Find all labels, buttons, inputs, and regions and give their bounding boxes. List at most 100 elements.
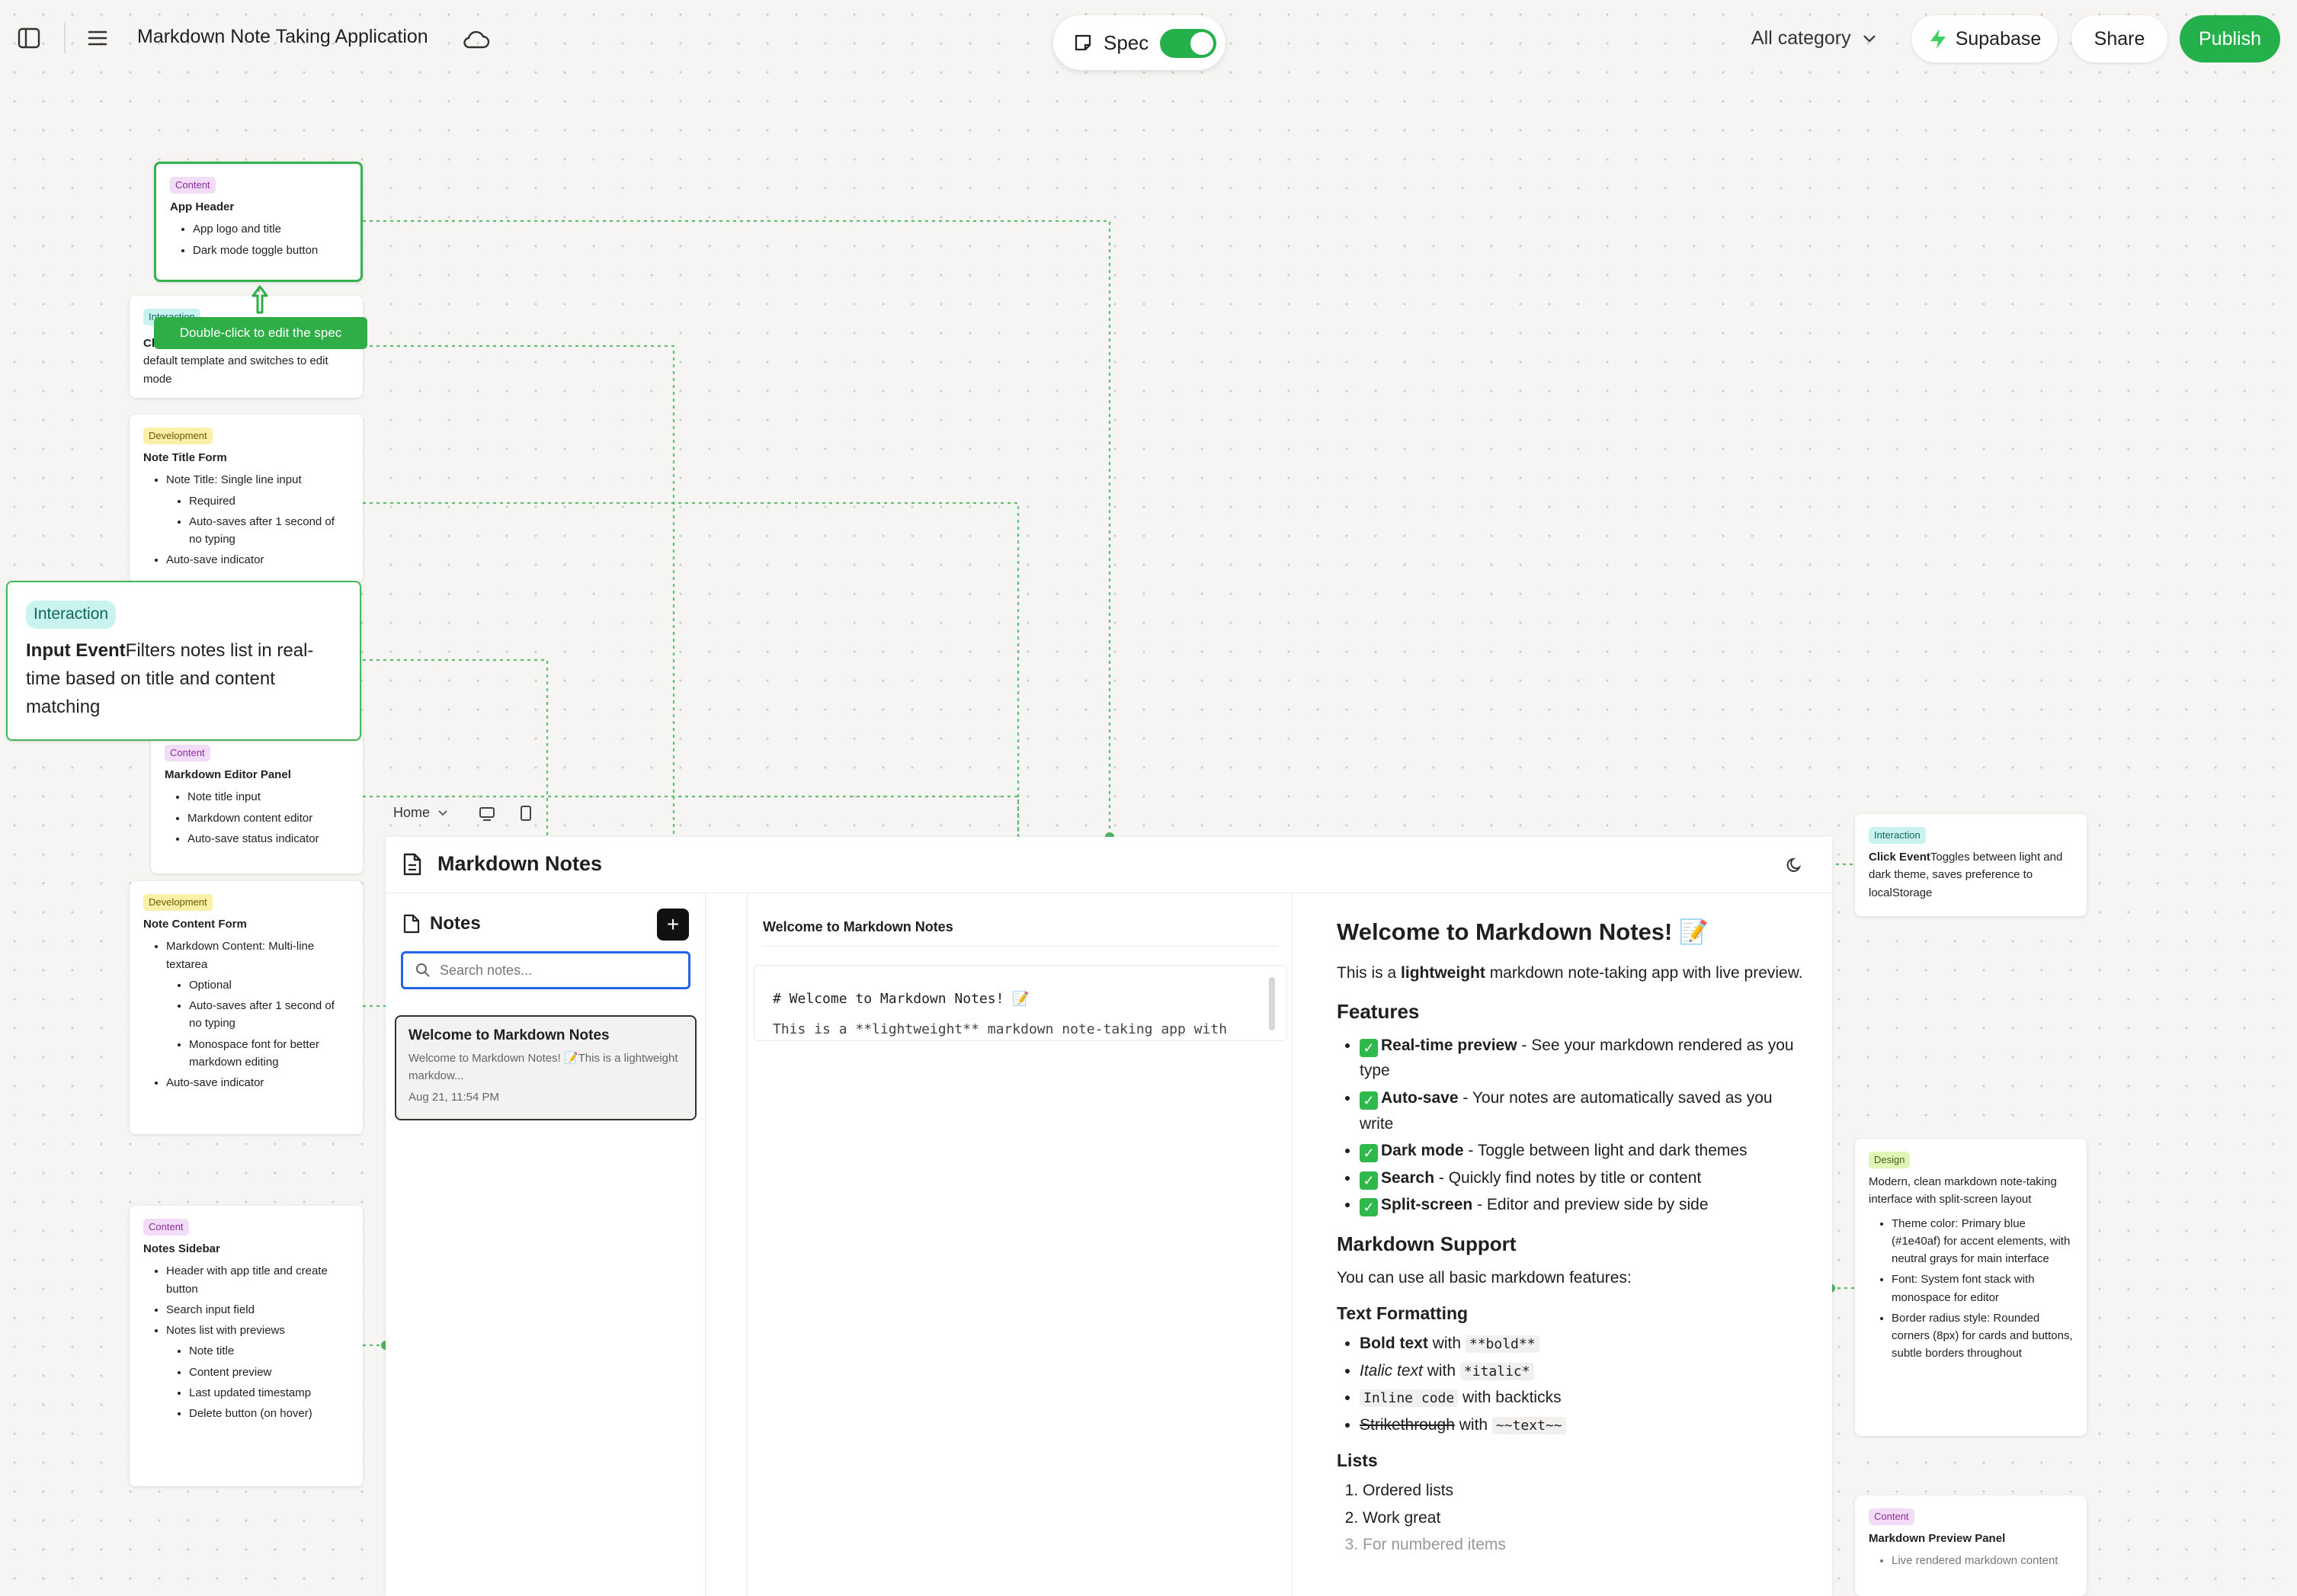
editor-panel: Welcome to Markdown Notes # Welcome to M… <box>747 893 1293 1596</box>
chevron-down-icon <box>1863 34 1876 43</box>
card-text: Modern, clean markdown note-taking inter… <box>1869 1175 2057 1207</box>
project-title[interactable]: Markdown Note Taking Application <box>137 26 428 48</box>
spec-card-editor-panel[interactable]: Content Markdown Editor Panel Note title… <box>151 732 363 873</box>
card-subitem: Required <box>189 492 349 510</box>
note-list-item[interactable]: Welcome to Markdown Notes Welcome to Mar… <box>395 1015 697 1120</box>
list-item: Bold text with **bold** <box>1360 1331 1808 1357</box>
spec-card-design[interactable]: Design Modern, clean markdown note-takin… <box>1855 1139 2087 1436</box>
editor-line: # Welcome to Markdown Notes! 📝 <box>773 991 1030 1007</box>
monitor-icon[interactable] <box>479 806 495 822</box>
category-dropdown[interactable]: All category <box>1751 27 1877 50</box>
create-note-button[interactable]: + <box>657 909 689 941</box>
tag-content: Content <box>170 177 216 194</box>
search-icon <box>416 963 430 977</box>
card-title: Notes Sidebar <box>143 1242 220 1256</box>
search-placeholder: Search notes... <box>440 962 533 978</box>
chevron-down-icon <box>438 809 447 816</box>
card-title: Markdown Editor Panel <box>165 768 291 782</box>
preview-heading: Welcome to Markdown Notes! 📝 <box>1337 918 1709 945</box>
card-title: Markdown Preview Panel <box>1869 1532 2006 1546</box>
note-timestamp: Aug 21, 11:54 PM <box>408 1091 499 1104</box>
document-icon <box>403 853 421 876</box>
cloud-icon[interactable] <box>460 24 492 55</box>
top-bar: Markdown Note Taking Application Spec Al… <box>0 0 2297 79</box>
spec-card-input-event[interactable]: Interaction Input EventFilters notes lis… <box>6 581 361 741</box>
note-title-input[interactable]: Welcome to Markdown Notes <box>763 912 1278 947</box>
check-icon: ✓ <box>1360 1144 1378 1163</box>
spec-card-note-content-form[interactable]: Development Note Content Form Markdown C… <box>130 881 363 1134</box>
share-button[interactable]: Share <box>2071 15 2167 62</box>
spec-card-preview-panel[interactable]: Content Markdown Preview Panel Live rend… <box>1855 1495 2087 1596</box>
divider <box>64 23 66 53</box>
cursor-icon <box>251 285 268 314</box>
card-subitem: Auto-saves after 1 second of no typing <box>189 997 349 1033</box>
card-item: Notes list with previews <box>166 1322 349 1339</box>
card-subitem: Monospace font for better markdown editi… <box>189 1036 349 1072</box>
spec-label: Spec <box>1104 30 1149 54</box>
publish-button[interactable]: Publish <box>2180 15 2280 62</box>
spec-toggle-switch[interactable] <box>1160 29 1216 58</box>
tag-interaction: Interaction <box>1869 827 1926 844</box>
list-item: Inline code with backticks <box>1360 1385 1808 1411</box>
card-subitem: Optional <box>189 976 349 994</box>
page-label: Home <box>393 805 431 820</box>
list-item: ✓Auto-save - Your notes are automaticall… <box>1360 1085 1808 1136</box>
notes-sidebar: Notes + Search notes... Welcome to Markd… <box>386 893 706 1596</box>
moon-icon[interactable] <box>1786 857 1803 873</box>
card-item: Border radius style: Rounded corners (8p… <box>1892 1309 2073 1363</box>
hamburger-icon[interactable] <box>82 23 113 53</box>
card-subitem: Delete button (on hover) <box>189 1405 349 1422</box>
check-icon: ✓ <box>1360 1091 1378 1110</box>
search-input[interactable]: Search notes... <box>401 951 690 989</box>
publish-label: Publish <box>2199 27 2261 50</box>
spec-card-app-header[interactable]: Content App Header App logo and title Dar… <box>154 162 363 282</box>
card-item: Live rendered markdown content <box>1892 1552 2073 1569</box>
tag-content: Content <box>1869 1508 1914 1526</box>
note-preview: Welcome to Markdown Notes! 📝This is a li… <box>408 1052 678 1082</box>
tag-content: Content <box>143 1219 189 1236</box>
card-item: Font: System font stack with monospace f… <box>1892 1271 2073 1306</box>
spec-card-dark-toggle[interactable]: Interaction Click EventToggles between l… <box>1855 814 2087 916</box>
card-title: App Header <box>170 200 235 214</box>
preview-heading: Lists <box>1337 1450 1378 1471</box>
formatting-list: Bold text with **bold** Italic text with… <box>1337 1331 1808 1437</box>
preview-heading: Markdown Support <box>1337 1232 1517 1255</box>
list-item: Work great <box>1363 1505 1808 1531</box>
markdown-editor[interactable]: # Welcome to Markdown Notes! 📝 This is a… <box>754 965 1287 1041</box>
card-item: Header with app title and create button <box>166 1262 349 1298</box>
supabase-bolt-icon <box>1930 29 1946 49</box>
card-item: Theme color: Primary blue (#1e40af) for … <box>1892 1215 2073 1268</box>
feature-list: ✓Real-time preview - See your markdown r… <box>1337 1033 1808 1218</box>
app-preview: Markdown Notes Notes + Search notes... W… <box>386 837 1832 1596</box>
list-item: ✓Real-time preview - See your markdown r… <box>1360 1033 1808 1084</box>
tag-design: Design <box>1869 1152 1911 1169</box>
page-selector[interactable]: Home <box>393 805 448 821</box>
editor-scrollbar[interactable] <box>1269 977 1275 1030</box>
spec-card-notes-sidebar[interactable]: Content Notes Sidebar Header with app ti… <box>130 1206 363 1486</box>
note-icon <box>1075 34 1091 51</box>
card-subitem: Content preview <box>189 1364 349 1381</box>
card-subitem: Auto-saves after 1 second of no typing <box>189 513 349 549</box>
list-item: ✓Split-screen - Editor and preview side … <box>1360 1192 1808 1218</box>
spec-card-note-title-form[interactable]: Development Note Title Form Note Title: … <box>130 415 363 582</box>
app-header: Markdown Notes <box>386 837 1832 893</box>
tag-development: Development <box>143 428 213 445</box>
phone-icon[interactable] <box>520 805 532 822</box>
card-event-name: Input Event <box>26 639 126 661</box>
supabase-button[interactable]: Supabase <box>1911 15 2058 62</box>
list-item: Italic text with *italic* <box>1360 1358 1808 1384</box>
preview-paragraph: This is a lightweight markdown note-taki… <box>1337 963 1803 982</box>
spec-toggle-pill[interactable]: Spec <box>1053 15 1225 70</box>
card-text: default template and switches to edit mo… <box>143 354 328 386</box>
card-subitem: Last updated timestamp <box>189 1384 349 1402</box>
list-item: ✓Dark mode - Toggle between light and da… <box>1360 1138 1808 1164</box>
card-event-name: Click Event <box>1869 851 1930 864</box>
check-icon: ✓ <box>1360 1198 1378 1217</box>
tag-interaction: Interaction <box>26 601 117 629</box>
card-item: Search input field <box>166 1301 349 1319</box>
card-title: Note Title Form <box>143 451 227 465</box>
list-item: For numbered items <box>1363 1532 1808 1558</box>
document-icon <box>403 914 420 934</box>
card-item: App logo and title <box>193 220 347 238</box>
sidebar-toggle-icon[interactable] <box>14 23 44 53</box>
